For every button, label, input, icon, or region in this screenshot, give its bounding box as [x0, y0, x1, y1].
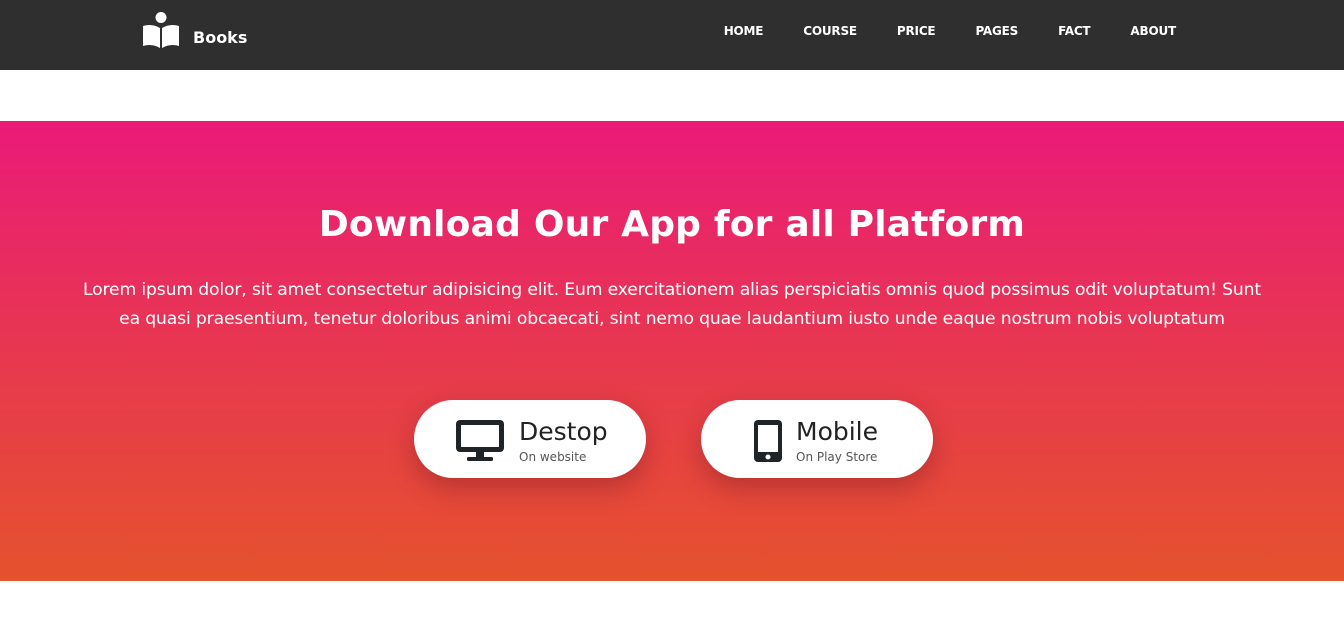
desktop-download-button[interactable]: Destop On website	[414, 400, 646, 478]
nav-item-course: COURSE	[763, 22, 857, 40]
section-description: Lorem ipsum dolor, sit amet consectetur …	[83, 280, 1261, 329]
desktop-monitor-icon	[456, 420, 504, 461]
mobile-download-button[interactable]: Mobile On Play Store	[701, 400, 933, 478]
nav-link-course[interactable]: COURSE	[803, 22, 857, 40]
mobile-button-title: Mobile	[796, 417, 879, 446]
download-app-section: Download Our App for all Platform Lorem …	[0, 121, 1344, 581]
brand-name: Books	[193, 27, 248, 47]
book-reader-icon	[143, 12, 179, 48]
desktop-button-title: Destop	[519, 417, 608, 446]
nav-item-about: ABOUT	[1090, 22, 1176, 40]
nav-item-pages: PAGES	[935, 22, 1018, 40]
nav-item-home: HOME	[684, 22, 764, 40]
nav-item-price: PRICE	[857, 22, 936, 40]
nav-link-home[interactable]: HOME	[724, 22, 764, 40]
brand-logo-link[interactable]: Books	[141, 11, 247, 51]
main-nav: HOME COURSE PRICE PAGES FACT ABOUT	[684, 22, 1177, 40]
top-navbar: Books HOME COURSE PRICE PAGES FACT ABOUT	[0, 0, 1344, 70]
section-title: Download Our App for all Platform	[318, 204, 1026, 245]
nav-link-about[interactable]: ABOUT	[1130, 22, 1176, 40]
nav-link-pages[interactable]: PAGES	[975, 22, 1018, 40]
nav-link-price[interactable]: PRICE	[897, 22, 936, 40]
desktop-button-subtitle: On website	[519, 450, 587, 464]
mobile-phone-icon	[754, 420, 782, 462]
mobile-button-subtitle: On Play Store	[796, 450, 878, 464]
nav-item-fact: FACT	[1018, 22, 1091, 40]
nav-link-fact[interactable]: FACT	[1058, 22, 1091, 40]
